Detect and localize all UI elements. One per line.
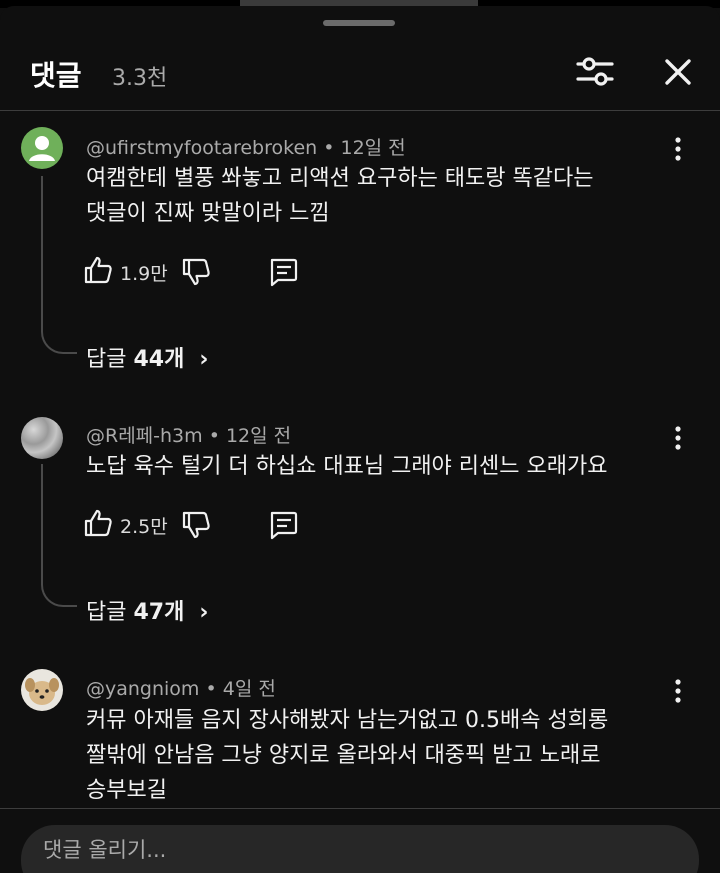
thread-connector <box>41 176 77 354</box>
chevron-right-icon: › <box>199 600 209 625</box>
comment-line: 승부보길 <box>86 778 167 803</box>
comment-author[interactable]: @yangniom <box>86 678 199 700</box>
comment-meta: @yangniom • 4일 전 <box>86 674 276 701</box>
comment-time: 4일 전 <box>222 678 276 700</box>
comment-line: 짤밖에 안남음 그냥 양지로 올라와서 대중픽 받고 노래로 <box>86 743 601 768</box>
comments-count: 3.3천 <box>112 66 168 91</box>
comment-meta: @ufirstmyfootarebroken • 12일 전 <box>86 133 406 160</box>
comment-actions: 1.9만 <box>82 250 342 290</box>
comments-header: 댓글 3.3천 <box>0 36 720 114</box>
thumbs-down-icon[interactable] <box>180 256 212 288</box>
comment-actions: 2.5만 <box>82 503 342 543</box>
comment-text: 여캠한테 별풍 쏴놓고 리액션 요구하는 태도랑 똑같다는 댓글이 진짜 맞말이… <box>86 161 686 231</box>
comment-time: 12일 전 <box>340 137 406 159</box>
avatar[interactable] <box>21 127 63 169</box>
drag-handle[interactable] <box>323 20 395 26</box>
chevron-right-icon: › <box>199 347 209 372</box>
comment-time: 12일 전 <box>225 425 292 447</box>
sort-filter-icon[interactable] <box>574 50 616 92</box>
thumbs-up-icon[interactable] <box>82 507 114 539</box>
meta-separator: • <box>205 678 223 700</box>
puppy-icon <box>25 678 59 705</box>
thread-connector <box>41 464 77 607</box>
comments-title: 댓글 <box>30 59 82 92</box>
comment-author[interactable]: @R레페-h3m <box>86 425 203 447</box>
comment-author[interactable]: @ufirstmyfootarebroken <box>86 137 317 159</box>
avatar[interactable] <box>21 417 63 459</box>
meta-separator: • <box>323 137 341 159</box>
replies-label: 답글 <box>86 600 127 625</box>
thumbs-down-icon[interactable] <box>180 509 212 541</box>
comment-line: 노답 육수 털기 더 하십쇼 대표님 그래야 리센느 오래가요 <box>86 454 608 479</box>
comment-line: 댓글이 진짜 맞말이라 느낌 <box>86 201 330 226</box>
comment-text: 노답 육수 털기 더 하십쇼 대표님 그래야 리센느 오래가요 <box>86 449 686 484</box>
thumbs-up-icon[interactable] <box>82 254 114 286</box>
header-divider <box>0 110 720 111</box>
default-user-icon <box>29 136 55 161</box>
like-count: 1.9만 <box>120 263 168 285</box>
close-icon[interactable] <box>656 50 700 94</box>
comment-line: 커뮤 아재들 음지 장사해봤자 남는거없고 0.5배속 성희롱 <box>86 708 609 733</box>
view-replies-button[interactable]: 답글 47개 › <box>86 594 209 625</box>
comment-input[interactable] <box>21 825 699 873</box>
replies-count: 47개 <box>133 600 185 625</box>
reply-icon[interactable] <box>266 507 300 541</box>
avatar[interactable] <box>21 669 63 711</box>
comment-input-bar <box>0 808 720 873</box>
comment-line: 여캠한테 별풍 쏴놓고 리액션 요구하는 태도랑 똑같다는 <box>86 166 594 191</box>
like-count: 2.5만 <box>120 516 168 538</box>
reply-icon[interactable] <box>266 254 300 288</box>
meta-separator: • <box>208 425 226 447</box>
comment-text: 커뮤 아재들 음지 장사해봤자 남는거없고 0.5배속 성희롱 짤밖에 안남음 … <box>86 703 686 808</box>
replies-count: 44개 <box>133 347 185 372</box>
replies-label: 답글 <box>86 347 127 372</box>
comment-meta: @R레페-h3m • 12일 전 <box>86 421 291 448</box>
view-replies-button[interactable]: 답글 44개 › <box>86 341 209 372</box>
